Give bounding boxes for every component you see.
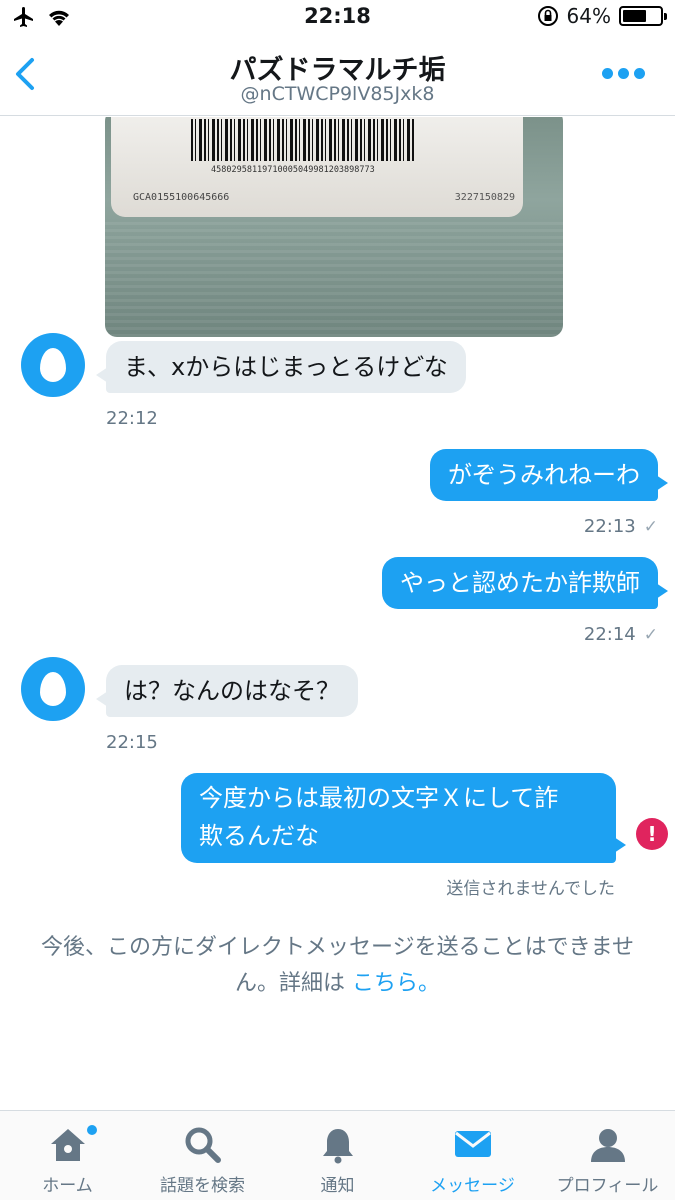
message-bubble-incoming[interactable]: ま、xからはじまっとるけどな bbox=[96, 341, 466, 393]
send-failed-status: 送信されませんでした bbox=[446, 879, 615, 899]
status-right: 64% bbox=[537, 4, 667, 28]
conversation-handle: @nCTWCP9lV85Jxk8 bbox=[240, 83, 435, 105]
more-dot bbox=[618, 68, 629, 79]
error-icon[interactable]: ! bbox=[636, 818, 668, 850]
search-icon bbox=[185, 1127, 221, 1163]
conversation-title[interactable]: パズドラマルチ垢 bbox=[0, 48, 675, 87]
message-bubble-outgoing[interactable]: やっと認めたか詐欺師 bbox=[382, 557, 668, 609]
tab-label: ホーム bbox=[42, 1176, 93, 1196]
message-timestamp: 22:15 bbox=[106, 732, 158, 753]
message-meta: 22:13 ✓ bbox=[584, 516, 658, 537]
conversation-thread[interactable]: 4580295811971000504998120389877​3 GCA015… bbox=[0, 117, 675, 1110]
home-icon bbox=[50, 1129, 85, 1161]
notice-text: 今後、この方にダイレクトメッセージを送ることはできません。詳細は bbox=[41, 935, 634, 996]
barcode-number: 4580295811971000504998120389877​3 bbox=[211, 165, 375, 175]
message-timestamp: 22:14 bbox=[583, 624, 636, 645]
profile-icon bbox=[590, 1129, 625, 1162]
message-line: 今度からは最初の文字Ｘにして詐 bbox=[199, 784, 559, 812]
tab-profile[interactable]: プロフィール bbox=[540, 1111, 675, 1200]
tab-label: 通知 bbox=[320, 1176, 355, 1196]
tab-home[interactable]: ホーム bbox=[0, 1111, 135, 1200]
dm-disabled-notice: 今後、この方にダイレクトメッセージを送ることはできません。詳細は こちら。 bbox=[20, 930, 655, 1002]
tab-label: プロフィール bbox=[556, 1176, 659, 1196]
message-timestamp: 22:12 bbox=[106, 408, 158, 429]
read-check-icon: ✓ bbox=[643, 517, 658, 537]
status-bar: 22:18 64% bbox=[0, 0, 675, 36]
tab-messages[interactable]: メッセージ bbox=[405, 1111, 540, 1200]
envelope-icon bbox=[454, 1131, 491, 1157]
notice-link[interactable]: こちら。 bbox=[352, 971, 440, 996]
more-dot bbox=[602, 68, 613, 79]
card-image: 4580295811971000504998120389877​3 GCA015… bbox=[111, 117, 523, 217]
rotation-lock-icon bbox=[537, 6, 558, 26]
fabric-background bbox=[105, 219, 563, 337]
egg-avatar-icon bbox=[40, 348, 66, 382]
conversation-header: パズドラマルチ垢 @nCTWCP9lV85Jxk8 bbox=[0, 36, 675, 116]
tab-label: 話題を検索 bbox=[160, 1176, 245, 1196]
message-line: 欺るんだな bbox=[199, 822, 319, 850]
more-dot bbox=[634, 68, 645, 79]
battery-icon bbox=[619, 6, 667, 26]
barcode-graphic bbox=[191, 119, 416, 161]
battery-percent: 64% bbox=[566, 4, 611, 28]
egg-avatar-icon bbox=[40, 672, 66, 706]
avatar[interactable] bbox=[21, 657, 85, 721]
message-bubble-outgoing[interactable]: がぞうみれねーわ bbox=[430, 449, 668, 501]
message-bubble-outgoing-failed[interactable]: 今度からは最初の文字Ｘにして詐 欺るんだな bbox=[181, 773, 626, 863]
message-bubble-incoming[interactable]: は？なんのはなそ？ bbox=[96, 665, 358, 717]
shared-photo[interactable]: 4580295811971000504998120389877​3 GCA015… bbox=[105, 117, 563, 337]
message-timestamp: 22:13 bbox=[583, 516, 636, 537]
bell-icon bbox=[322, 1129, 353, 1164]
tab-bar: ホーム 話題を検索 通知 メッセージ プロフィール bbox=[0, 1110, 675, 1200]
read-check-icon: ✓ bbox=[643, 625, 658, 645]
card-code: GCA0155100645666 bbox=[133, 192, 230, 203]
message-meta: 22:14 ✓ bbox=[584, 624, 658, 645]
battery-level bbox=[623, 10, 646, 22]
tab-notifications[interactable]: 通知 bbox=[270, 1111, 405, 1200]
card-serial: 3227150829 bbox=[454, 192, 515, 203]
home-badge bbox=[87, 1125, 97, 1135]
more-options-button[interactable] bbox=[602, 68, 645, 79]
tab-label: メッセージ bbox=[430, 1176, 515, 1196]
tab-search[interactable]: 話題を検索 bbox=[135, 1111, 270, 1200]
avatar[interactable] bbox=[21, 333, 85, 397]
